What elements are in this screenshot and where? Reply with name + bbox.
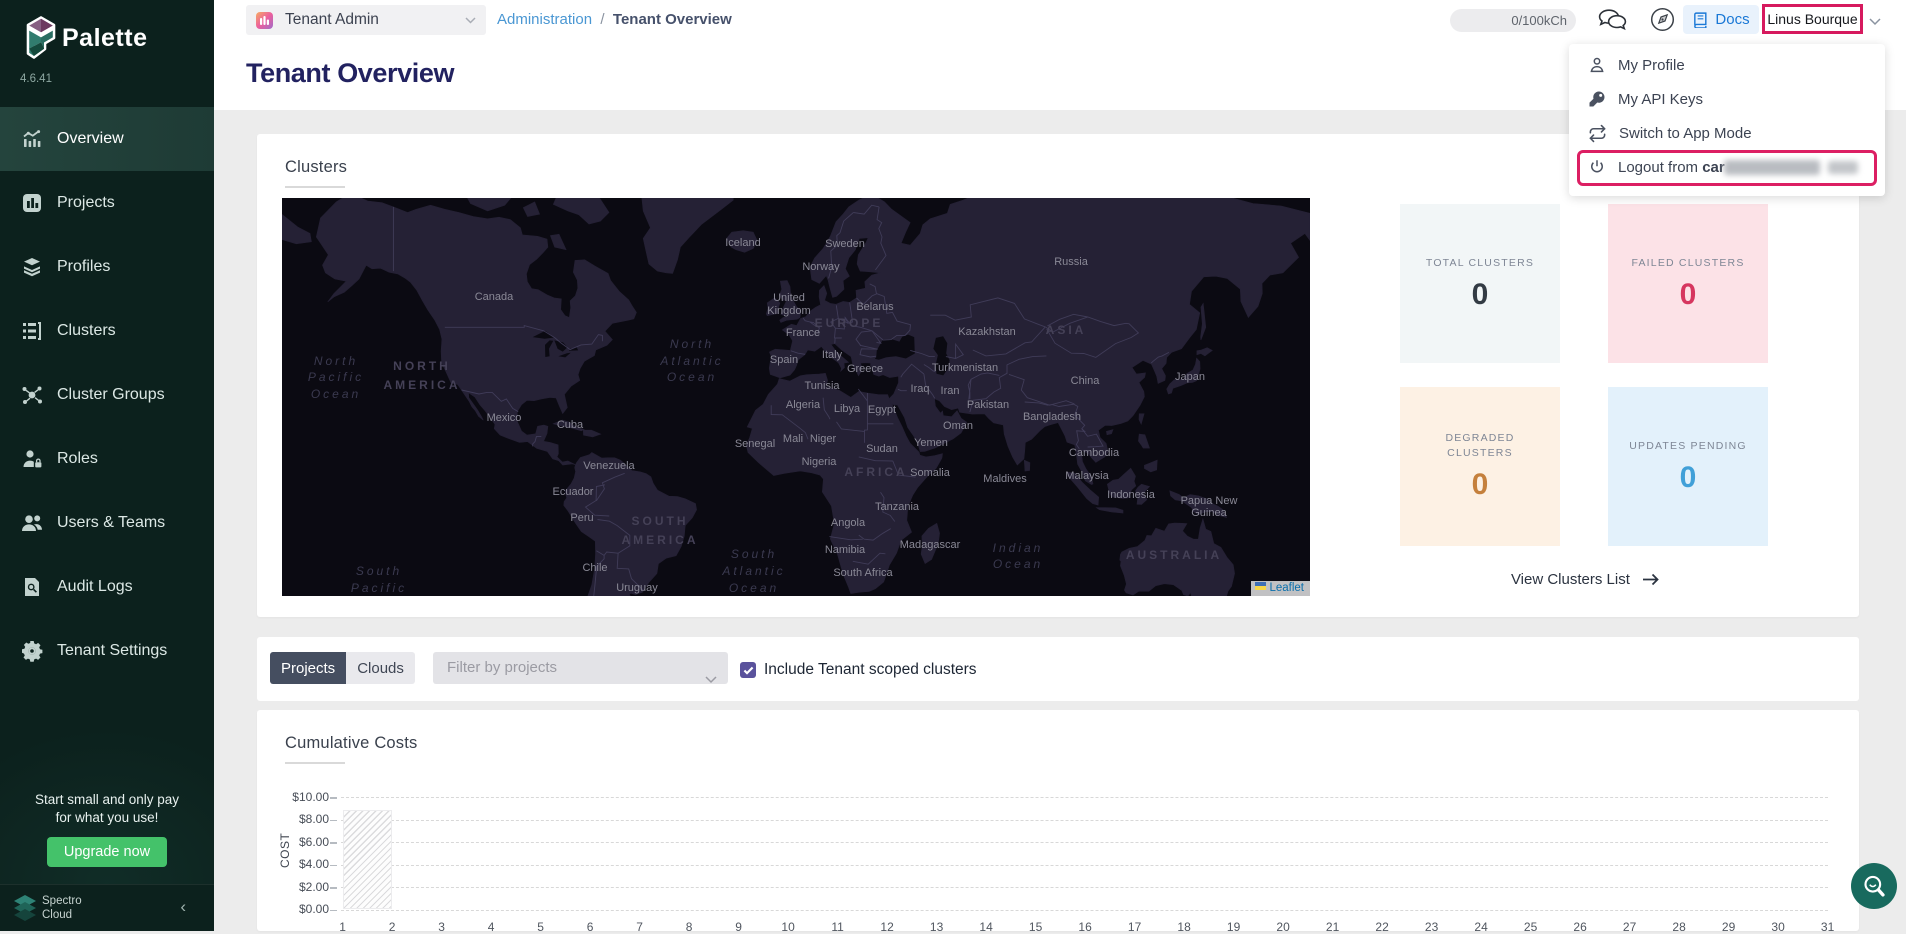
svg-text:SOUTH: SOUTH: [632, 514, 689, 528]
svg-text:Ocean: Ocean: [729, 581, 779, 595]
svg-text:Yemen: Yemen: [914, 437, 948, 449]
svg-text:Uruguay: Uruguay: [616, 582, 658, 594]
svg-text:Sweden: Sweden: [825, 238, 865, 250]
svg-text:Cambodia: Cambodia: [1069, 447, 1120, 459]
svg-text:Iraq: Iraq: [911, 383, 930, 395]
svg-text:Cuba: Cuba: [557, 419, 584, 431]
svg-text:Pakistan: Pakistan: [967, 399, 1009, 411]
svg-text:Guinea: Guinea: [1191, 507, 1227, 519]
svg-text:North: North: [670, 337, 714, 351]
svg-text:Russia: Russia: [1054, 256, 1089, 268]
svg-text:Turkmenistan: Turkmenistan: [932, 362, 998, 374]
svg-text:Oman: Oman: [943, 420, 973, 432]
svg-text:ASIA: ASIA: [1046, 323, 1087, 337]
svg-text:Japan: Japan: [1175, 371, 1205, 383]
svg-text:Tanzania: Tanzania: [875, 501, 920, 513]
svg-text:Pacific: Pacific: [351, 581, 407, 595]
svg-text:AFRICA: AFRICA: [844, 465, 907, 479]
svg-text:Indonesia: Indonesia: [1107, 489, 1156, 501]
svg-text:AUSTRALIA: AUSTRALIA: [1126, 548, 1222, 562]
svg-text:China: China: [1071, 375, 1101, 387]
svg-text:United: United: [773, 292, 805, 304]
svg-text:Namibia: Namibia: [825, 544, 866, 556]
svg-text:Atlantic: Atlantic: [659, 354, 723, 368]
svg-text:Nigeria: Nigeria: [802, 456, 838, 468]
svg-text:Greece: Greece: [847, 363, 883, 375]
svg-text:NORTH: NORTH: [393, 359, 451, 373]
svg-text:Canada: Canada: [475, 291, 514, 303]
svg-text:Mali: Mali: [783, 433, 803, 445]
svg-text:Belarus: Belarus: [856, 301, 894, 313]
svg-text:Iran: Iran: [941, 385, 960, 397]
svg-text:Maldives: Maldives: [983, 473, 1027, 485]
svg-text:Algeria: Algeria: [786, 399, 821, 411]
svg-text:Egypt: Egypt: [868, 404, 896, 416]
svg-text:Chile: Chile: [582, 562, 607, 574]
svg-text:Norway: Norway: [802, 261, 840, 273]
svg-text:Angola: Angola: [831, 517, 866, 529]
svg-text:Somalia: Somalia: [910, 467, 951, 479]
svg-text:Venezuela: Venezuela: [583, 460, 635, 472]
svg-text:EUROPE: EUROPE: [815, 316, 884, 330]
svg-text:Pacific: Pacific: [308, 370, 364, 384]
svg-text:Indian: Indian: [993, 541, 1044, 555]
svg-text:Ocean: Ocean: [993, 557, 1043, 571]
svg-text:Atlantic: Atlantic: [721, 564, 785, 578]
svg-text:Kazakhstan: Kazakhstan: [958, 326, 1015, 338]
svg-text:Sudan: Sudan: [866, 443, 898, 455]
svg-text:Kingdom: Kingdom: [767, 305, 810, 317]
svg-text:Libya: Libya: [834, 403, 861, 415]
svg-text:Ocean: Ocean: [667, 370, 717, 384]
svg-text:Malaysia: Malaysia: [1065, 470, 1109, 482]
svg-text:Niger: Niger: [810, 433, 837, 445]
svg-text:Mexico: Mexico: [487, 412, 522, 424]
svg-text:Iceland: Iceland: [725, 237, 760, 249]
svg-text:Senegal: Senegal: [735, 438, 775, 450]
svg-text:Ocean: Ocean: [311, 387, 361, 401]
svg-text:AMERICA: AMERICA: [384, 378, 461, 392]
svg-text:South Africa: South Africa: [833, 567, 893, 579]
svg-text:Madagascar: Madagascar: [900, 539, 961, 551]
svg-text:South: South: [356, 564, 402, 578]
svg-text:Ecuador: Ecuador: [553, 486, 594, 498]
svg-text:Italy: Italy: [822, 349, 843, 361]
svg-text:Bangladesh: Bangladesh: [1023, 411, 1081, 423]
svg-text:North: North: [314, 354, 358, 368]
svg-text:Papua New: Papua New: [1181, 495, 1238, 507]
svg-text:South: South: [731, 547, 777, 561]
svg-text:Spain: Spain: [770, 354, 798, 366]
svg-text:AMERICA: AMERICA: [622, 533, 699, 547]
svg-text:Peru: Peru: [570, 512, 593, 524]
svg-text:Tunisia: Tunisia: [804, 380, 840, 392]
